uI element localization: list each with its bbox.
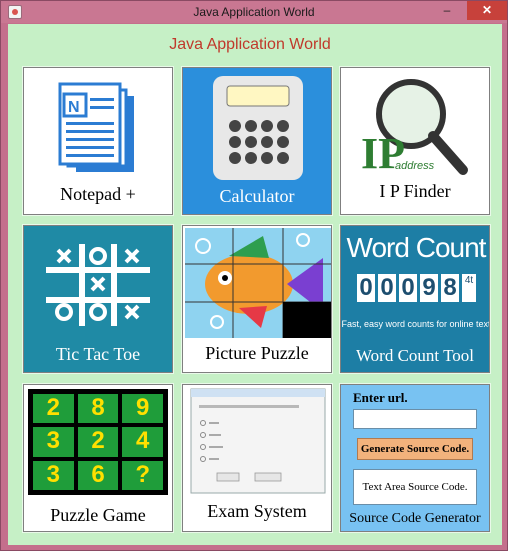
exam-system-tile[interactable]: Exam System [181,383,333,533]
app-title: Java Application World [169,36,331,53]
digit: 9 [420,274,438,302]
number-grid: 2 8 9 3 2 4 3 6 ? [28,389,168,495]
url-label: Enter url. [353,390,408,405]
grid-cell: ? [120,458,165,492]
ip-finder-tile[interactable]: IP address I P Finder [339,66,491,216]
grid-cell: 3 [31,458,76,492]
app-header: Java Application World [8,36,502,54]
word-count-tile[interactable]: Word Count 0 0 0 9 8 4t Fast, easy word … [339,224,491,374]
grid-cell: 2 [75,425,121,459]
puzzle-game-tile[interactable]: 2 8 9 3 2 4 3 6 ? Puzzle Game [22,383,174,533]
digit: 0 [378,274,396,302]
grid-cell: 9 [120,392,165,426]
calculator-tile[interactable]: Calculator [181,66,333,216]
word-count-banner: Word Count [346,232,487,263]
digit: 0 [357,274,375,302]
generate-source-button[interactable]: Generate Source Code. [357,438,473,460]
picture-puzzle-tile[interactable]: Picture Puzzle [181,224,333,374]
notepad-caption: Notepad + [60,184,136,204]
ip-finder-caption: I P Finder [379,181,451,201]
source-code-generator-caption: Source Code Generator [349,511,481,526]
tic-tac-toe-caption: Tic Tac Toe [55,344,141,364]
digit-unit: 4t [462,274,476,302]
source-code-generator-tile[interactable]: Enter url. Generate Source Code. Text Ar… [339,383,491,533]
grid-cell: 2 [31,392,76,426]
textarea-label: Text Area Source Code. [362,481,468,493]
url-input[interactable] [353,409,477,429]
source-textarea[interactable]: Text Area Source Code. [353,469,477,505]
notepad-tile[interactable]: N Notepad + [22,66,174,216]
tic-tac-toe-tile[interactable]: Tic Tac Toe [22,224,174,374]
puzzle-game-caption: Puzzle Game [50,505,146,525]
word-count-caption: Word Count Tool [355,346,475,365]
calculator-caption: Calculator [219,186,295,206]
picture-puzzle-caption: Picture Puzzle [205,343,309,363]
counter-digits: 0 0 0 9 8 4t [357,274,476,302]
minimize-button[interactable]: – [435,1,459,20]
ip-badge-sub: address [395,160,435,172]
digit: 8 [441,274,459,302]
close-button[interactable]: ✕ [467,1,507,20]
title-bar[interactable]: Java Application World – ✕ [1,1,507,23]
exam-system-caption: Exam System [207,501,307,521]
grid-cell: 3 [31,425,76,459]
main-panel: Java Application World N Notepad + Calcu… [8,24,502,545]
grid-cell: 4 [120,425,165,459]
grid-cell: 6 [75,458,121,492]
window-title: Java Application World [193,5,315,19]
svg-text:N: N [68,99,80,116]
grid-cell: 8 [75,392,121,426]
application-window: Java Application World – ✕ Java Applicat… [0,0,508,551]
word-count-tagline: Fast, easy word counts for online text [341,319,490,329]
digit: 0 [399,274,417,302]
